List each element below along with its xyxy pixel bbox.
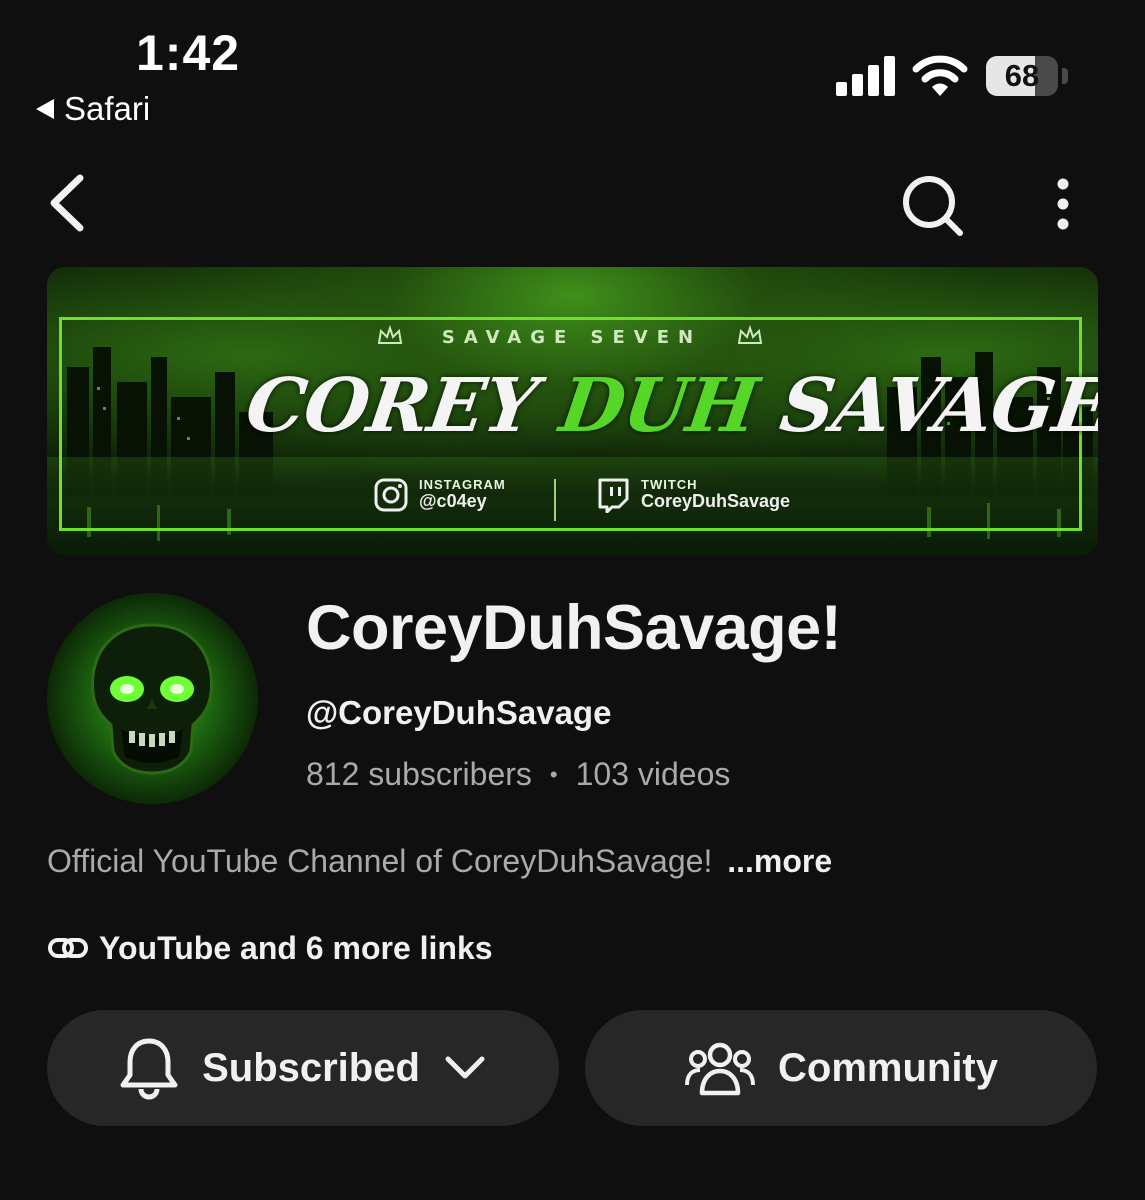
banner-title-part1: COREY	[240, 363, 567, 449]
search-icon[interactable]	[898, 172, 968, 238]
channel-links[interactable]: YouTube and 6 more links	[47, 927, 493, 969]
channel-name: CoreyDuhSavage!	[306, 593, 842, 663]
instagram-text: INSTAGRAM @c04ey	[419, 476, 506, 512]
instagram-label: INSTAGRAM	[419, 476, 506, 492]
banner-title: COREY DUH SAVAGE	[240, 363, 1098, 449]
video-count: 103 videos	[575, 756, 731, 792]
skull-icon	[91, 623, 213, 775]
twitch-handle: CoreyDuhSavage	[641, 491, 791, 512]
wifi-icon	[912, 55, 968, 96]
banner-tagline: SAVAGE SEVEN	[441, 327, 703, 348]
status-time: 1:42	[136, 25, 241, 81]
channel-banner: SAVAGE SEVEN COREY DUH SAVAGE INSTAGRAM …	[47, 267, 1098, 556]
twitch-icon	[598, 478, 629, 513]
crown-icon	[737, 325, 763, 344]
twitch-text: TWITCH CoreyDuhSavage	[641, 476, 791, 512]
battery-level: 68	[1004, 58, 1040, 93]
banner-twitch: TWITCH CoreyDuhSavage	[595, 477, 790, 513]
back-triangle-icon	[36, 99, 54, 119]
channel-avatar[interactable]	[47, 593, 258, 804]
links-label: YouTube and 6 more links	[99, 929, 493, 966]
status-bar: 1:42 Safari 68	[0, 0, 1145, 140]
back-app-label: Safari	[64, 90, 151, 127]
twitch-label: TWITCH	[641, 476, 698, 492]
channel-stats: 812 subscribers • 103 videos	[306, 756, 730, 793]
link-icon	[48, 938, 88, 958]
community-label: Community	[778, 1045, 998, 1090]
description-text: Official YouTube Channel of CoreyDuhSava…	[47, 843, 713, 879]
cellular-signal-icon	[836, 56, 895, 96]
instagram-icon	[374, 478, 408, 512]
bell-icon	[120, 1038, 178, 1100]
banner-title-part2: DUH	[554, 363, 763, 449]
subscriber-count: 812 subscribers	[306, 756, 532, 792]
instagram-handle: @c04ey	[419, 491, 487, 512]
more-vert-icon[interactable]	[1040, 176, 1086, 232]
more-link[interactable]: ...more	[727, 843, 832, 879]
community-button[interactable]: Community	[585, 1010, 1097, 1126]
stats-separator: •	[549, 761, 558, 787]
back-to-safari[interactable]: Safari	[36, 90, 150, 128]
community-people-icon	[685, 1042, 755, 1096]
battery-nub	[1062, 68, 1068, 84]
banner-divider	[554, 479, 556, 521]
chevron-down-icon	[445, 1056, 485, 1079]
subscribed-label: Subscribed	[202, 1045, 420, 1090]
channel-handle: @CoreyDuhSavage	[306, 694, 612, 731]
chevron-left-icon[interactable]	[40, 170, 100, 236]
banner-instagram: INSTAGRAM @c04ey	[373, 477, 506, 513]
subscribed-button[interactable]: Subscribed	[47, 1010, 559, 1126]
battery-indicator: 68	[986, 56, 1058, 96]
banner-title-part3: SAVAGE	[750, 363, 1098, 449]
channel-description[interactable]: Official YouTube Channel of CoreyDuhSava…	[47, 843, 832, 880]
